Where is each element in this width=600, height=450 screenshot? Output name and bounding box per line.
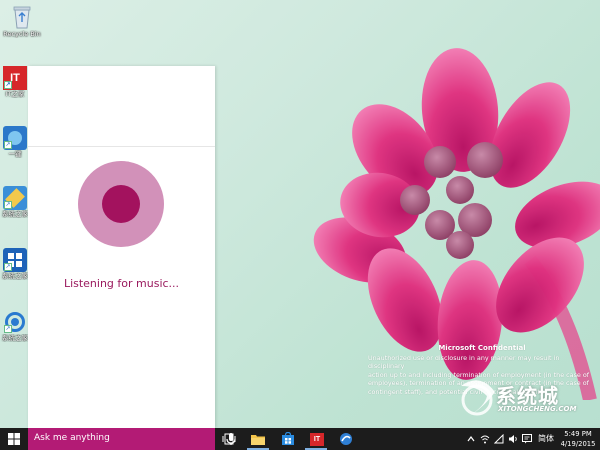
it-home-icon: IT ↗: [3, 66, 27, 90]
desktop-icon-label: 系统之家: [2, 334, 28, 342]
chevron-up-icon: [467, 436, 475, 442]
wifi-icon: [494, 434, 504, 444]
desktop-icon-label: IT之家: [5, 90, 25, 98]
windows-logo-icon: [8, 433, 20, 445]
start-button[interactable]: [0, 428, 28, 450]
speaker-icon: [509, 435, 517, 443]
listening-status-text: Listening for music...: [63, 277, 180, 290]
app-icon: ↗: [3, 126, 27, 150]
taskbar: Ask me anything IT 简体 5:49 PM 4/19/2015: [0, 428, 600, 450]
shortcut-arrow-icon: ↗: [4, 81, 12, 89]
shortcut-arrow-icon: ↗: [4, 201, 12, 209]
site-brand-url: XITONGCHENG.COM: [498, 405, 577, 413]
browser-icon: [340, 433, 352, 445]
desktop-icon-recycle-bin[interactable]: Recycle Bin: [2, 4, 42, 38]
desktop-icon-app[interactable]: ↗ 系统之家: [0, 186, 30, 218]
desktop-icon-label: 系统之家: [2, 272, 28, 280]
tray-volume[interactable]: [508, 434, 519, 444]
taskbar-store[interactable]: [280, 431, 296, 447]
desktop-icon-label: 系统之家: [2, 210, 28, 218]
desktop-icon-label: Recycle Bin: [3, 30, 41, 38]
taskbar-browser[interactable]: [338, 431, 354, 447]
listening-indicator-core: [102, 185, 140, 223]
desktop-icon-app[interactable]: ↗ 系统之家: [0, 310, 30, 342]
windows-app-icon: ↗: [3, 248, 27, 272]
task-view-button[interactable]: [221, 431, 237, 447]
cortana-divider: [28, 146, 215, 147]
action-center-icon: [522, 434, 532, 444]
shortcut-arrow-icon: ↗: [4, 263, 12, 271]
tray-wifi[interactable]: [494, 434, 504, 444]
desktop-icon-app[interactable]: ↗ 一键: [0, 126, 30, 158]
tray-action-center[interactable]: [522, 434, 532, 444]
listening-indicator-icon[interactable]: [78, 161, 164, 247]
cortana-panel: Listening for music...: [28, 66, 215, 428]
store-icon: [282, 432, 294, 445]
network-icon: [480, 435, 490, 444]
tray-network[interactable]: [480, 434, 490, 444]
desktop-icon-app[interactable]: ↗ 系统之家: [0, 248, 30, 280]
input-language-indicator[interactable]: 简体: [538, 433, 554, 444]
taskbar-file-explorer[interactable]: [250, 431, 266, 447]
taskbar-it-home[interactable]: IT: [309, 431, 325, 447]
app-icon: ↗: [3, 310, 27, 334]
clock-time: 5:49 PM: [564, 430, 592, 438]
task-view-icon: [222, 433, 236, 445]
watermark-line: Unauthorized use or disclosure in any ma…: [368, 353, 560, 371]
cortana-search-box[interactable]: Ask me anything: [28, 428, 236, 450]
show-hidden-icons-button[interactable]: [467, 434, 475, 444]
desktop-icon-it-home[interactable]: IT ↗ IT之家: [0, 66, 30, 98]
app-icon: ↗: [3, 186, 27, 210]
shortcut-arrow-icon: ↗: [4, 141, 12, 149]
shortcut-arrow-icon: ↗: [4, 325, 12, 333]
clock-date: 4/19/2015: [560, 440, 596, 448]
file-explorer-icon: [251, 435, 265, 445]
it-home-icon: IT: [310, 432, 324, 446]
desktop-icon-label: 一键: [8, 150, 22, 158]
recycle-bin-icon: [13, 6, 31, 29]
taskbar-clock[interactable]: 5:49 PM 4/19/2015: [558, 429, 598, 449]
watermark-title: Microsoft Confidential: [438, 344, 526, 352]
search-placeholder: Ask me anything: [34, 433, 110, 443]
